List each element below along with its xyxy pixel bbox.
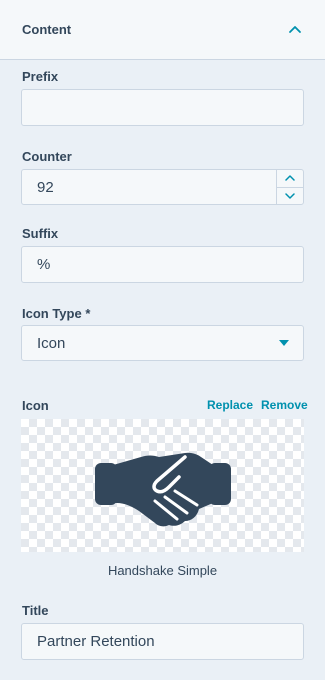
decrement-button[interactable]	[277, 186, 303, 205]
icon-label: Icon	[22, 398, 49, 413]
remove-link[interactable]: Remove	[261, 398, 308, 412]
section-header[interactable]: Content	[0, 0, 325, 60]
icon-name: Handshake Simple	[107, 563, 218, 578]
chevron-up-icon	[285, 175, 295, 181]
icon-type-select[interactable]: Icon	[21, 325, 304, 361]
icon-type-label: Icon Type *	[22, 306, 91, 321]
icon-preview	[21, 419, 304, 552]
prefix-input[interactable]	[21, 89, 304, 126]
counter-input[interactable]: 92	[21, 169, 277, 205]
chevron-up-icon[interactable]	[286, 21, 304, 39]
suffix-label: Suffix	[22, 226, 59, 241]
caret-down-icon	[279, 340, 289, 346]
counter-label: Counter	[22, 149, 72, 164]
handshake-icon	[94, 452, 231, 526]
title-input[interactable]: Partner Retention	[21, 623, 304, 660]
prefix-label: Prefix	[22, 69, 59, 84]
icon-type-value: Icon	[37, 334, 66, 352]
replace-link[interactable]: Replace	[207, 398, 253, 412]
title-label: Title	[22, 603, 49, 618]
counter-stepper[interactable]	[276, 169, 304, 205]
increment-button[interactable]	[277, 170, 303, 187]
suffix-input[interactable]: %	[21, 246, 304, 283]
chevron-down-icon	[285, 193, 295, 199]
section-title: Content	[22, 22, 72, 37]
